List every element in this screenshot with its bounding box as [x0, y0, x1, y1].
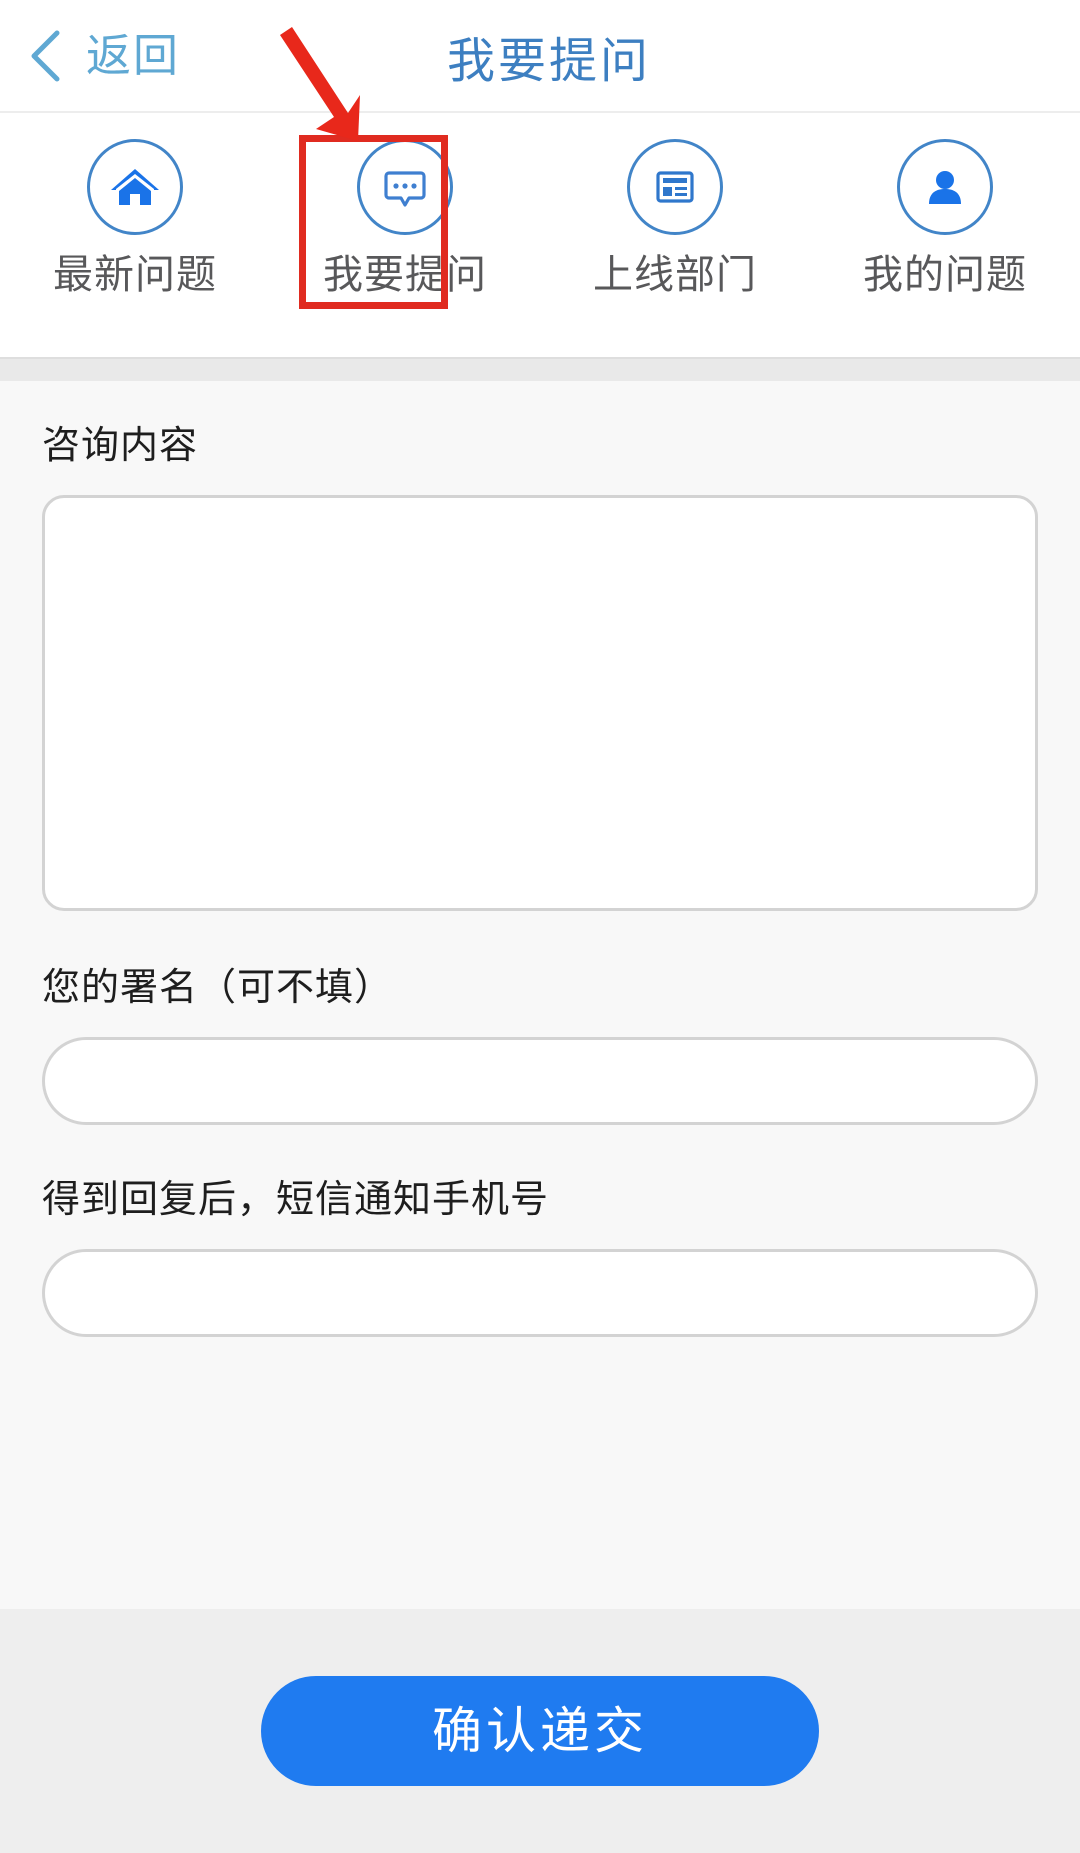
tab-latest-questions-label: 最新问题 — [53, 253, 217, 297]
tab-ask-question-label: 我要提问 — [323, 253, 487, 297]
chat-bubble-icon — [357, 139, 453, 235]
tab-latest-questions[interactable]: 最新问题 — [0, 113, 270, 295]
tab-online-departments-label: 上线部门 — [593, 253, 757, 297]
tab-strip: 最新问题 我要提问 上线部门 我的问题 — [0, 27, 1080, 357]
page-title: 我要提问 — [446, 34, 651, 88]
phone-notify-label: 得到回复后，短信通知手机号 — [42, 1179, 550, 1221]
tab-online-departments[interactable]: 上线部门 — [540, 113, 810, 295]
tab-ask-question[interactable]: 我要提问 — [270, 113, 540, 295]
tab-my-questions-label: 我的问题 — [863, 253, 1027, 297]
section-separator — [0, 357, 1080, 381]
signature-input[interactable] — [42, 1037, 1038, 1125]
user-icon — [897, 139, 993, 235]
newspaper-icon — [627, 139, 723, 235]
top-navigation-bar: 返回 我要提问 — [0, 0, 1080, 113]
tab-my-questions[interactable]: 我的问题 — [810, 113, 1080, 295]
phone-number-input[interactable] — [42, 1249, 1038, 1337]
submit-footer: 确认递交 — [0, 1609, 1080, 1853]
confirm-submit-button[interactable]: 确认递交 — [261, 1676, 819, 1786]
consultation-content-label: 咨询内容 — [42, 425, 199, 467]
home-icon — [87, 139, 183, 235]
signature-label: 您的署名（可不填） — [42, 967, 394, 1009]
consultation-content-input[interactable] — [42, 495, 1038, 911]
question-form: 咨询内容 您的署名（可不填） 得到回复后，短信通知手机号 — [0, 381, 1080, 1609]
